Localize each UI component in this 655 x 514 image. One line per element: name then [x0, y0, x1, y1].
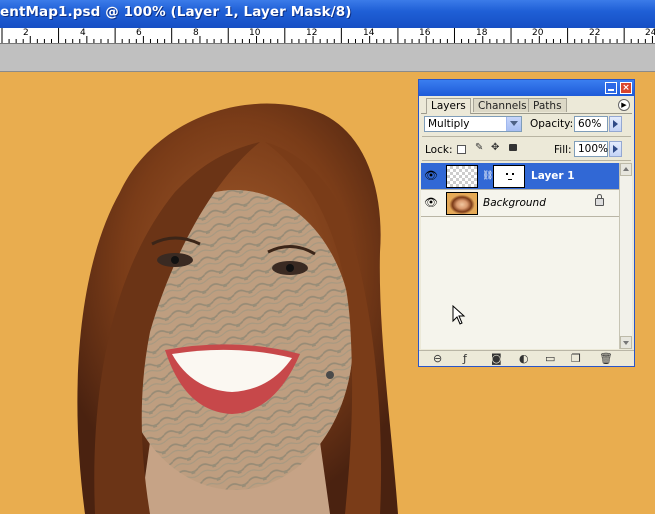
- layer-row-background[interactable]: 👁 Background: [421, 190, 619, 217]
- mask-preview: [506, 173, 514, 180]
- fill-field[interactable]: 100%: [574, 141, 608, 157]
- layer-row-layer-1[interactable]: 👁 ⛓ Layer 1: [421, 163, 619, 190]
- fill-label: Fill:: [554, 144, 572, 156]
- visibility-eye-icon[interactable]: 👁: [424, 197, 438, 209]
- window-title-bar[interactable]: entMap1.psd @ 100% (Layer 1, Layer Mask/…: [0, 0, 655, 28]
- adjustment-layer-icon[interactable]: ◐: [519, 353, 529, 365]
- minimize-icon[interactable]: [605, 82, 617, 94]
- new-layer-icon[interactable]: ❐: [571, 353, 581, 365]
- opacity-label: Opacity:: [530, 118, 574, 130]
- mouse-cursor-icon: [452, 305, 466, 325]
- palette-tabs: Layers Channels Paths ▶: [421, 97, 632, 114]
- layers-scrollbar[interactable]: [619, 163, 632, 349]
- ruler-label: 4: [80, 28, 86, 38]
- palette-bottom-bar: ⊖ ƒ ◙ ◐ ▭ ❐ 🗑: [419, 350, 634, 367]
- ruler-label: 8: [193, 28, 199, 38]
- close-icon[interactable]: ×: [620, 82, 632, 94]
- add-mask-icon[interactable]: ◙: [491, 353, 502, 365]
- palette-menu-icon[interactable]: ▶: [618, 99, 630, 111]
- divider: [422, 160, 631, 161]
- lock-icon: [595, 194, 604, 206]
- chain-link-icon[interactable]: ⛓: [482, 171, 493, 181]
- ruler-label: 16: [419, 28, 431, 38]
- chevron-down-icon[interactable]: [506, 117, 521, 131]
- ruler-label: 2: [23, 28, 29, 38]
- pasteboard: [0, 44, 655, 72]
- lock-paint-icon[interactable]: ✎: [475, 142, 483, 153]
- horizontal-ruler[interactable]: 2 4 6 8 10 12 14 16 18 20 22 24: [0, 28, 655, 44]
- delete-icon[interactable]: 🗑: [599, 353, 613, 365]
- ruler-label: 10: [249, 28, 261, 38]
- layers-palette[interactable]: × Layers Channels Paths ▶ Multiply Opaci…: [418, 79, 635, 367]
- lock-transparency-icon[interactable]: [457, 145, 466, 154]
- tab-channels[interactable]: Channels: [473, 98, 532, 112]
- blend-mode-select[interactable]: Multiply: [424, 116, 522, 132]
- fill-arrow-button[interactable]: [609, 141, 622, 157]
- lock-move-icon[interactable]: ✥: [491, 142, 499, 153]
- opacity-field[interactable]: 60%: [574, 116, 608, 132]
- ruler-label: 6: [136, 28, 142, 38]
- blend-mode-value: Multiply: [428, 118, 470, 130]
- ruler-label: 20: [532, 28, 544, 38]
- layer-name[interactable]: Layer 1: [531, 170, 575, 182]
- layer-style-icon[interactable]: ƒ: [463, 353, 467, 365]
- lock-all-icon[interactable]: [509, 144, 517, 151]
- link-icon[interactable]: ⊖: [433, 353, 442, 365]
- layer-thumbnail[interactable]: [446, 192, 478, 215]
- scroll-up-icon[interactable]: [620, 163, 632, 176]
- document-title: entMap1.psd @ 100% (Layer 1, Layer Mask/…: [0, 4, 352, 20]
- layers-list[interactable]: 👁 ⛓ Layer 1 👁 Background: [421, 163, 619, 349]
- divider: [422, 136, 631, 137]
- ruler-label: 22: [589, 28, 601, 38]
- palette-title-bar[interactable]: ×: [419, 80, 634, 96]
- tab-layers[interactable]: Layers: [426, 98, 471, 114]
- layer-thumbnail[interactable]: [446, 165, 478, 188]
- visibility-eye-icon[interactable]: 👁: [424, 170, 438, 182]
- tab-paths[interactable]: Paths: [528, 98, 567, 112]
- ruler-label: 24: [645, 28, 655, 38]
- lock-label: Lock:: [425, 144, 453, 156]
- layer-mask-thumbnail[interactable]: [493, 165, 525, 188]
- layer-name[interactable]: Background: [483, 197, 546, 209]
- ruler-label: 14: [363, 28, 375, 38]
- ruler-label: 18: [476, 28, 488, 38]
- ruler-ticks: [1, 28, 653, 43]
- scroll-down-icon[interactable]: [620, 336, 632, 349]
- ruler-label: 12: [306, 28, 318, 38]
- new-group-icon[interactable]: ▭: [545, 353, 555, 365]
- opacity-arrow-button[interactable]: [609, 116, 622, 132]
